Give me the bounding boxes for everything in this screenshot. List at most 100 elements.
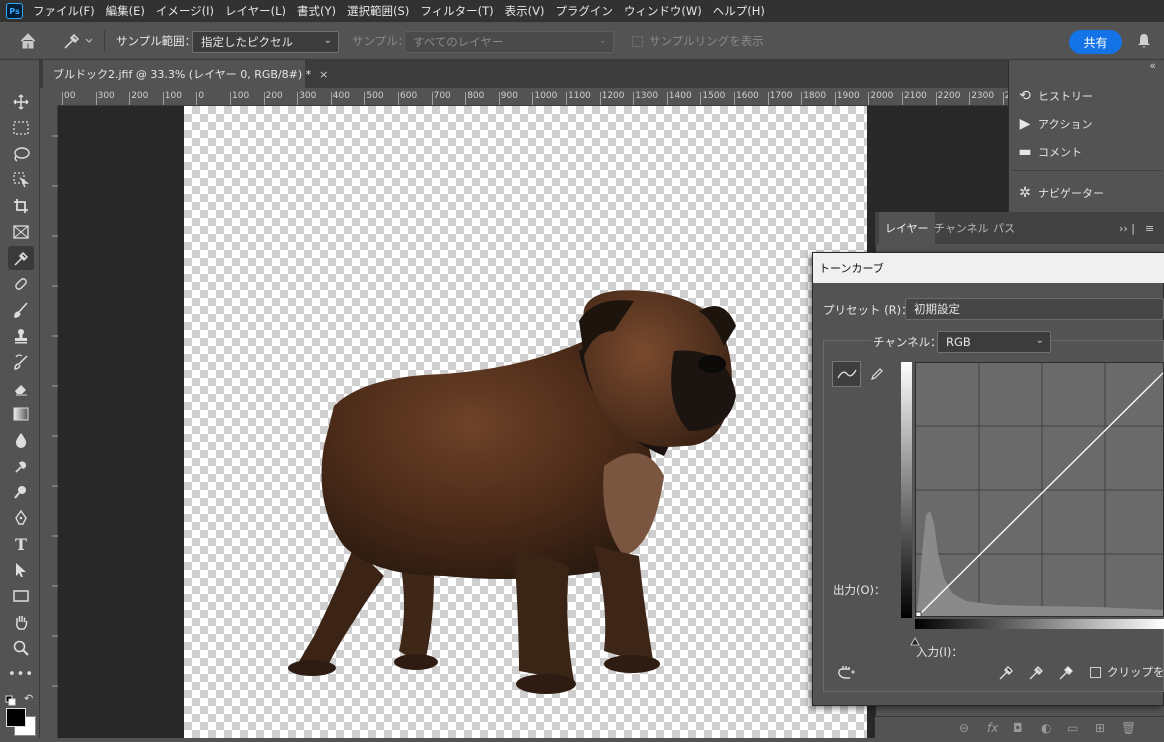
- menu-layer[interactable]: レイヤー(L): [225, 3, 286, 19]
- home-icon[interactable]: [18, 22, 38, 60]
- path-select-icon[interactable]: [8, 558, 34, 582]
- history-brush-icon[interactable]: [8, 350, 34, 374]
- ruler-tick-label: 2100: [904, 91, 927, 101]
- ruler-tick-label: 100: [164, 91, 182, 101]
- link-icon[interactable]: ⊖: [959, 721, 969, 735]
- panel-navigator[interactable]: ✲ ナビゲーター: [1012, 180, 1162, 206]
- blur-icon[interactable]: [8, 428, 34, 452]
- ruler-tick-label: 2200: [937, 91, 961, 101]
- preset-select[interactable]: 初期設定: [905, 298, 1164, 320]
- share-button[interactable]: 共有: [1069, 30, 1122, 54]
- ruler-tick: [465, 92, 467, 105]
- panel-menu-icon[interactable]: ≡: [1145, 212, 1154, 244]
- menu-help[interactable]: ヘルプ(H): [713, 3, 765, 19]
- curves-graph[interactable]: [915, 362, 1164, 617]
- ruler-tick-label: 1600: [736, 91, 759, 101]
- menu-type[interactable]: 書式(Y): [297, 3, 336, 19]
- stamp-icon[interactable]: [8, 324, 34, 348]
- eyedropper-icon[interactable]: [8, 246, 34, 270]
- sample-range-label: サンプル範囲：: [116, 34, 197, 48]
- burn-icon[interactable]: [8, 454, 34, 478]
- pencil-icon[interactable]: [867, 364, 887, 384]
- tab-layers[interactable]: レイヤー: [879, 212, 935, 244]
- photoshop-logo[interactable]: Ps: [6, 3, 23, 19]
- ruler-tick: [498, 92, 500, 105]
- menu-select[interactable]: 選択範囲(S): [347, 3, 409, 19]
- pen-icon[interactable]: [8, 506, 34, 530]
- ruler-tick-label: 800: [467, 91, 485, 101]
- menu-plugins[interactable]: プラグイン: [555, 3, 613, 19]
- sample-layers-select[interactable]: すべてのレイヤー ⌄: [404, 31, 614, 53]
- ruler-tick: [834, 92, 836, 105]
- brush-icon[interactable]: [8, 298, 34, 322]
- close-icon[interactable]: ×: [319, 68, 328, 81]
- object-select-icon[interactable]: [8, 168, 34, 192]
- tab-channels[interactable]: チャンネル: [934, 212, 989, 244]
- white-eyedropper-icon[interactable]: [1058, 664, 1074, 684]
- curve-point-tool[interactable]: [832, 361, 861, 387]
- ruler-tick-label: 700: [433, 91, 451, 101]
- menu-window[interactable]: ウィンドウ(W): [624, 3, 702, 19]
- sample-label: サンプル：: [352, 34, 410, 48]
- healing-icon[interactable]: [8, 272, 34, 296]
- gradient-icon[interactable]: [8, 402, 34, 426]
- menu-view[interactable]: 表示(V): [505, 3, 545, 19]
- horizontal-ruler: 00 300 200 100 0 100 200 300 400 500 600 700 800 900 1…: [58, 88, 1008, 106]
- ruler-tick: [230, 92, 231, 105]
- collapse-panels-icon[interactable]: «: [1149, 59, 1156, 72]
- document-tab[interactable]: ブルドック2.jfif @ 33.3% (レイヤー 0, RGB/8#) * ×: [43, 60, 328, 88]
- panel-history[interactable]: ⟲ ヒストリー: [1012, 83, 1162, 109]
- rectangle-icon[interactable]: [8, 584, 34, 608]
- black-eyedropper-icon[interactable]: [998, 664, 1014, 684]
- move-icon[interactable]: [8, 90, 34, 114]
- channel-select[interactable]: RGB ⌄: [937, 331, 1051, 353]
- menu-edit[interactable]: 編集(E): [106, 3, 145, 19]
- frame-icon[interactable]: [8, 220, 34, 244]
- ruler-tick-label: 1200: [601, 91, 625, 101]
- ruler-tick: [767, 92, 769, 105]
- new-layer-icon[interactable]: ⊞: [1095, 721, 1105, 735]
- panel-comments[interactable]: ▬ コメント: [1012, 139, 1162, 165]
- menu-image[interactable]: イメージ(I): [156, 3, 214, 19]
- hand-icon[interactable]: [8, 610, 34, 634]
- panel-expand-icon[interactable]: ›› |: [1119, 212, 1135, 244]
- adjustment-icon[interactable]: ◐: [1041, 721, 1051, 735]
- sample-range-select[interactable]: 指定したピクセル ⌄: [192, 31, 339, 53]
- eyedropper-tool-preset-icon[interactable]: [62, 22, 92, 60]
- bell-icon[interactable]: [1136, 22, 1152, 60]
- more-icon[interactable]: •••: [8, 662, 34, 686]
- ruler-tick: [330, 92, 332, 105]
- lasso-icon[interactable]: [8, 142, 34, 166]
- comment-icon: ▬: [1018, 144, 1032, 160]
- swap-colors-icon[interactable]: ↶: [24, 692, 33, 705]
- gray-eyedropper-icon[interactable]: [1028, 664, 1044, 684]
- document-canvas[interactable]: [184, 106, 867, 738]
- dodge-icon[interactable]: [8, 480, 34, 504]
- eraser-icon[interactable]: [8, 376, 34, 400]
- folder-icon[interactable]: ▭: [1067, 721, 1078, 735]
- comments-label: コメント: [1038, 146, 1082, 159]
- clipping-checkbox[interactable]: [1090, 666, 1101, 678]
- mask-icon[interactable]: ◘: [1013, 721, 1023, 735]
- ruler-tick: [633, 92, 635, 105]
- panel-actions[interactable]: ▶ アクション: [1012, 111, 1162, 137]
- menu-filter[interactable]: フィルター(T): [420, 3, 493, 19]
- tab-paths[interactable]: パス: [993, 212, 1015, 244]
- hand-adjust-icon[interactable]: [836, 664, 856, 684]
- show-clipping-option[interactable]: クリップを表: [1090, 664, 1164, 680]
- menu-file[interactable]: ファイル(F): [33, 3, 95, 19]
- sample-ring-checkbox[interactable]: [632, 35, 643, 47]
- zoom-icon[interactable]: [8, 636, 34, 660]
- type-icon[interactable]: T: [8, 532, 34, 556]
- crop-icon[interactable]: [8, 194, 34, 218]
- show-sample-ring-option[interactable]: サンプルリングを表示: [632, 22, 764, 60]
- ruler-tick: [431, 92, 433, 105]
- options-bar: サンプル範囲： 指定したピクセル ⌄ サンプル： すべてのレイヤー ⌄ サンプル…: [0, 22, 1164, 60]
- trash-icon[interactable]: 🗑: [1121, 721, 1136, 735]
- marquee-icon[interactable]: [8, 116, 34, 140]
- foreground-color-swatch[interactable]: [6, 708, 26, 727]
- ruler-tick-label: 300: [299, 91, 317, 101]
- ruler-tick: [566, 92, 567, 105]
- ruler-tick-label: 00: [64, 91, 76, 101]
- fx-icon[interactable]: fx: [987, 721, 998, 735]
